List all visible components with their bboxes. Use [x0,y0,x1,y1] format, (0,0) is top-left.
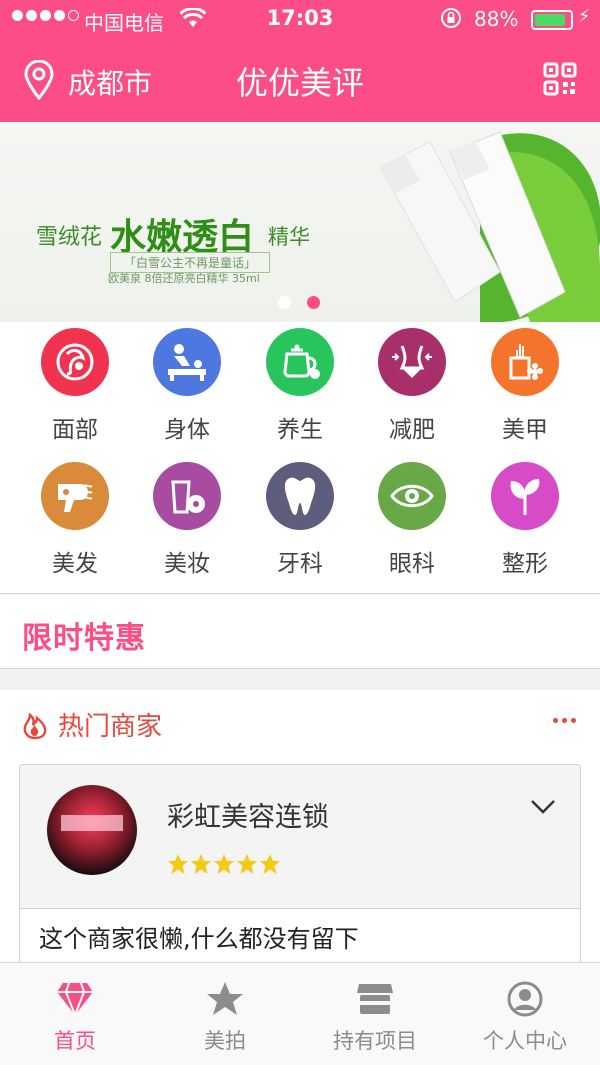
more-options-icon[interactable] [553,718,576,723]
tab-label: 持有项目 [333,1029,417,1053]
category-dental[interactable]: 牙科 [245,456,355,577]
banner-text-right: 精华 [268,225,310,249]
category-plastic-surgery[interactable]: 整形 [470,456,580,577]
category-eye[interactable]: 眼科 [357,456,467,577]
product-bottles-image [379,131,600,322]
category-nails[interactable]: 美甲 [470,322,580,443]
star-rating [167,853,281,875]
nail-bottle-icon [491,328,559,396]
battery-icon [531,10,573,30]
shop-icon [357,984,393,1014]
charging-icon: ⚡ [578,6,591,27]
banner-product-line: 欧美泉 8倍还原亮白精华 35ml [108,272,260,285]
category-makeup[interactable]: 美妆 [132,456,242,577]
hot-merchants-section: 热门商家 彩虹美容连锁 这个商家很懒,什么都没有留下 [0,690,600,974]
carousel-dot-active[interactable] [307,296,320,309]
category-label: 面部 [52,417,98,443]
eye-icon [378,462,446,530]
qr-code-icon[interactable] [543,62,577,96]
status-bar: 中国电信 17:03 88% ⚡ [0,0,600,40]
tab-label: 首页 [54,1029,96,1053]
tab-my-items[interactable]: 持有项目 [300,963,450,1065]
flame-icon [22,712,48,744]
tab-profile[interactable]: 个人中心 [450,963,600,1065]
limited-offer-section[interactable]: 限时特惠 [0,595,600,669]
star-icon [207,982,243,1015]
category-label: 身体 [164,417,210,443]
tab-label: 美拍 [204,1029,246,1053]
hot-merchants-title: 热门商家 [58,712,163,742]
waist-icon [378,328,446,396]
face-icon [41,328,109,396]
category-slimming[interactable]: 减肥 [357,322,467,443]
merchant-description: 这个商家很懒,什么都没有留下 [39,925,359,953]
tab-photos[interactable]: 美拍 [150,963,300,1065]
teapot-icon [266,328,334,396]
promo-banner[interactable]: 雪绒花 水嫩透白 精华 「白雪公主不再是童话」 欧美泉 8倍还原亮白精华 35m… [0,122,600,322]
massage-icon [153,328,221,396]
divider [0,593,600,594]
chevron-down-icon[interactable] [530,799,556,819]
star-icon [260,854,280,874]
tab-home[interactable]: 首页 [0,963,150,1065]
category-face[interactable]: 面部 [20,322,130,443]
battery-percent: 88% [474,7,519,31]
category-label: 减肥 [389,417,435,443]
tooth-icon [266,462,334,530]
merchant-name: 彩虹美容连锁 [167,802,329,833]
category-label: 眼科 [389,551,435,577]
carousel-indicator[interactable] [278,296,320,309]
star-icon [214,854,234,874]
limited-offer-title: 限时特惠 [22,621,146,656]
top-bar: 中国电信 17:03 88% ⚡ 成都市 优优美评 [0,0,600,122]
category-label: 美甲 [502,417,548,443]
category-label: 整形 [502,551,548,577]
banner-text-left: 雪绒花 [36,225,103,250]
star-icon [237,854,257,874]
rotation-lock-icon [440,7,462,34]
category-hair[interactable]: 美发 [20,456,130,577]
category-label: 美妆 [164,551,210,577]
hair-dryer-icon [41,462,109,530]
user-icon [507,981,543,1017]
tab-label: 个人中心 [483,1029,567,1053]
category-grid: 面部 身体 养生 减肥 美甲 美发 美妆 牙科 眼科 整形 [0,322,600,594]
cosmetics-icon [153,462,221,530]
category-body[interactable]: 身体 [132,322,242,443]
category-label: 牙科 [277,551,323,577]
leaf-icon [491,462,559,530]
merchant-avatar [47,785,137,875]
diamond-icon [57,982,93,1016]
bottom-tab-bar: 首页 美拍 持有项目 个人中心 [0,962,600,1065]
category-label: 养生 [277,417,323,443]
carousel-dot[interactable] [278,296,291,309]
app-header: 成都市 优优美评 [0,40,600,122]
star-icon [191,854,211,874]
category-label: 美发 [52,551,98,577]
star-icon [168,854,188,874]
merchant-card[interactable]: 彩虹美容连锁 这个商家很懒,什么都没有留下 [19,764,581,974]
divider [0,668,600,669]
category-wellness[interactable]: 养生 [245,322,355,443]
page-title: 优优美评 [235,64,364,102]
